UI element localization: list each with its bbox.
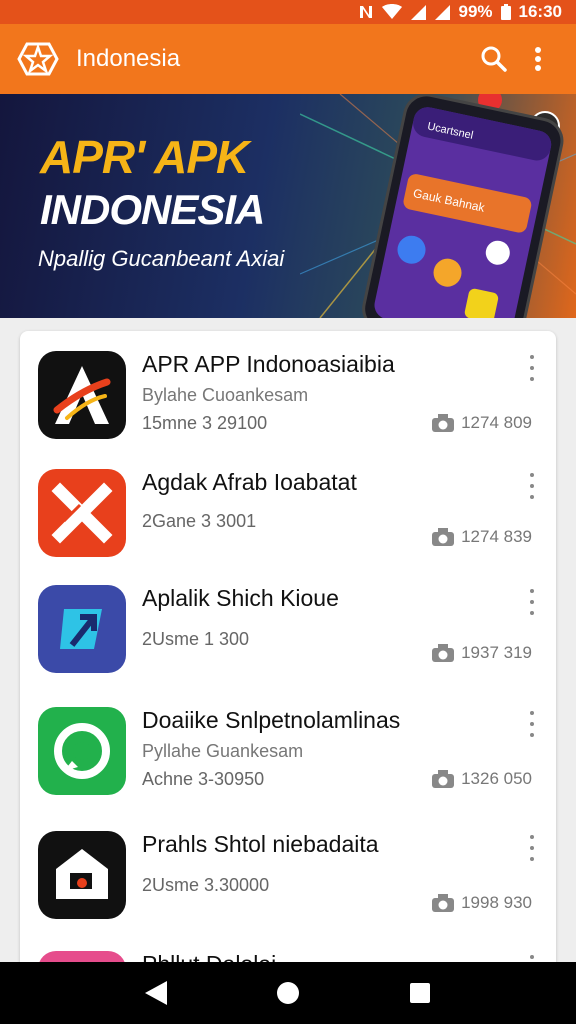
- download-count: 1998 930: [431, 893, 532, 913]
- signal-icon: [410, 4, 427, 20]
- app-name: Prahls Shtol niebadaita: [142, 831, 379, 857]
- download-count: 1937 319: [431, 643, 532, 663]
- download-count: 1326 050: [431, 769, 532, 789]
- banner-tagline: Npallig Gucanbeant Axiai: [38, 246, 285, 271]
- camera-icon: [432, 644, 455, 662]
- list-item[interactable]: Prahls Shtol niebadaita 2Usme 3.30000 19…: [20, 811, 556, 929]
- battery-level: 99%: [458, 2, 493, 21]
- more-options-button[interactable]: [522, 355, 542, 381]
- back-icon[interactable]: [136, 973, 176, 1013]
- arrow-logo-icon: [38, 585, 126, 673]
- promo-banner[interactable]: Ucartsnel Gauk Bahnak APR' APK INDONESIA…: [0, 94, 576, 318]
- app-size: 15mne 3 29100: [142, 413, 268, 433]
- status-bar: 99% 16:30: [0, 0, 576, 24]
- phone-illustration: Ucartsnel Gauk Bahnak: [300, 94, 576, 318]
- camera-icon: [432, 414, 455, 432]
- count-value: 1998 930: [461, 893, 532, 912]
- nfc-icon: [358, 4, 374, 20]
- more-options-button[interactable]: [522, 835, 542, 861]
- more-options-button[interactable]: [522, 473, 542, 499]
- app-size: 2Usme 1 300: [142, 629, 250, 649]
- camera-icon: [432, 894, 455, 912]
- signal-icon-2: [434, 4, 451, 20]
- house-logo-icon: [38, 831, 126, 919]
- navigation-bar: [0, 962, 576, 1024]
- more-options-button[interactable]: [522, 711, 542, 737]
- list-item[interactable]: Doaiike Snlpetnolamlinas Pyllahe Guankes…: [20, 687, 556, 805]
- count-value: 1274 809: [461, 413, 532, 432]
- list-item[interactable]: Aplalik Shich Kioue 2Usme 1 300 1937 319: [20, 565, 556, 683]
- app-developer: Pyllahe Guankesam: [142, 741, 304, 761]
- app-size: 2Usme 3.30000: [142, 875, 270, 895]
- clock: 16:30: [518, 2, 562, 21]
- more-options-button[interactable]: [522, 589, 542, 615]
- banner-subtitle: INDONESIA: [40, 186, 265, 233]
- recents-icon[interactable]: [400, 973, 440, 1013]
- app-size: 2Gane 3 3001: [142, 511, 257, 531]
- app-name: APR APP Indonoasiaibia: [142, 351, 395, 377]
- app-size: Achne 3-30950: [142, 769, 265, 789]
- battery-icon: [500, 4, 511, 20]
- app-name: Agdak Afrab Ioabatat: [142, 469, 357, 495]
- x-logo-icon: [38, 469, 126, 557]
- camera-icon: [432, 770, 455, 788]
- wifi-icon: [382, 4, 403, 20]
- list-item[interactable]: APR APP Indonoasiaibia Bylahe Cuoankesam…: [20, 331, 556, 449]
- camera-icon: [432, 528, 455, 546]
- more-vert-icon[interactable]: [516, 37, 560, 81]
- app-name: Doaiike Snlpetnolamlinas: [142, 707, 401, 733]
- chat-logo-icon: [38, 707, 126, 795]
- download-count: 1274 839: [431, 527, 532, 547]
- count-value: 1274 839: [461, 527, 532, 546]
- count-value: 1326 050: [461, 769, 532, 788]
- download-count: 1274 809: [431, 413, 532, 433]
- list-item[interactable]: Agdak Afrab Ioabatat 2Gane 3 3001 1274 8…: [20, 449, 556, 567]
- banner-title: APR' APK: [40, 131, 249, 183]
- a-logo-icon: [38, 351, 126, 439]
- app-list: APR APP Indonoasiaibia Bylahe Cuoankesam…: [20, 331, 556, 971]
- app-bar: Indonesia: [0, 24, 576, 94]
- app-name: Aplalik Shich Kioue: [142, 585, 339, 611]
- app-developer: Bylahe Cuoankesam: [142, 385, 309, 405]
- count-value: 1937 319: [461, 643, 532, 662]
- app-title: Indonesia: [76, 45, 181, 72]
- home-icon[interactable]: [268, 973, 308, 1013]
- star-logo-icon[interactable]: [16, 37, 60, 81]
- search-icon[interactable]: [472, 37, 516, 81]
